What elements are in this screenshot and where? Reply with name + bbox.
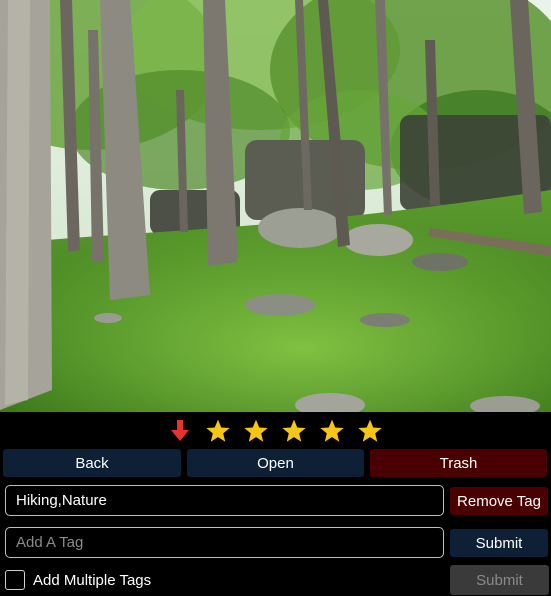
star-icon[interactable] [319, 418, 345, 444]
add-multiple-tags-checkbox[interactable] [5, 570, 25, 590]
trash-button[interactable]: Trash [370, 449, 547, 477]
photo-preview [0, 0, 551, 412]
rating-bar [0, 414, 551, 446]
open-button[interactable]: Open [187, 449, 364, 477]
star-icon[interactable] [357, 418, 383, 444]
current-tags-field[interactable] [5, 485, 444, 516]
add-multiple-tags-label: Add Multiple Tags [33, 572, 152, 589]
tag-editor-window: Back Open Trash Remove Tag Submit Add Mu… [0, 0, 551, 596]
star-icon[interactable] [281, 418, 307, 444]
remove-tag-button[interactable]: Remove Tag [450, 487, 548, 515]
star-icon[interactable] [243, 418, 269, 444]
star-icon[interactable] [205, 418, 231, 444]
arrow-down-icon[interactable] [167, 418, 193, 444]
forest-image [0, 0, 551, 412]
submit-multiple-button[interactable]: Submit [450, 565, 549, 595]
add-tag-input[interactable] [5, 527, 444, 558]
submit-tag-button[interactable]: Submit [450, 529, 548, 557]
back-button[interactable]: Back [3, 449, 181, 477]
